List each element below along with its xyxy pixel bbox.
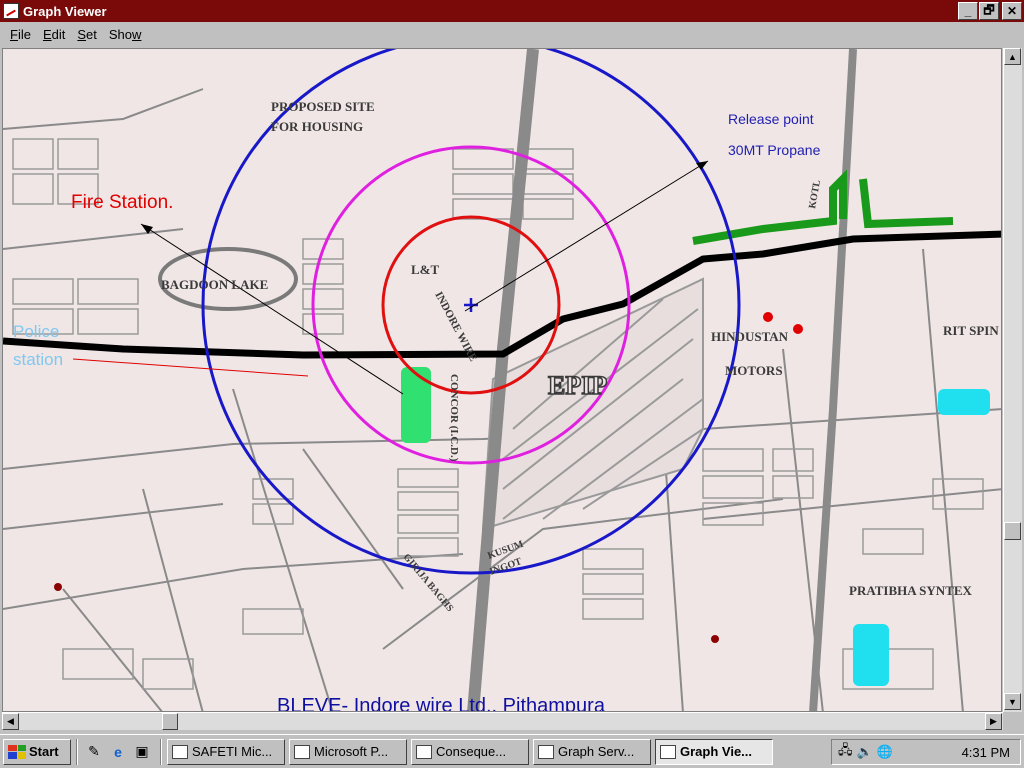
scroll-down-button[interactable]: ▼ xyxy=(1004,693,1021,710)
menu-show[interactable]: Show xyxy=(103,27,148,42)
police-station-label-2: station xyxy=(13,350,63,369)
task-microsoft-powerpoint[interactable]: Microsoft P... xyxy=(289,738,407,765)
task-consequence[interactable]: Conseque... xyxy=(411,738,529,765)
menu-edit[interactable]: Edit xyxy=(37,27,71,42)
scrollbar-corner xyxy=(1003,712,1022,730)
release-point-label-1: Release point xyxy=(728,111,814,127)
label-proposed-site-2: FOR HOUSING xyxy=(271,119,363,134)
title-bar[interactable]: Graph Viewer _ 🗗 ✕ xyxy=(0,0,1024,22)
green-patch xyxy=(401,367,431,443)
menu-file[interactable]: File xyxy=(4,27,37,42)
taskbar: Start ✎ e ▣ SAFETI Mic... Microsoft P...… xyxy=(0,734,1024,768)
label-concor: CONCOR (I.C.D.) xyxy=(448,374,460,462)
windows-logo-icon xyxy=(8,744,26,759)
label-rit: RIT SPIN xyxy=(943,323,999,338)
show-desktop-icon[interactable]: ▣ xyxy=(131,741,153,763)
system-tray: 🖧 🔈 🌐 4:31 PM xyxy=(831,739,1021,765)
label-epip: EPIP xyxy=(548,371,607,400)
graph-viewer-icon xyxy=(660,744,676,759)
graph-viewer-window: Graph Viewer _ 🗗 ✕ File Edit Set Show PR… xyxy=(0,0,1024,734)
horizontal-scroll-thumb[interactable] xyxy=(162,713,178,730)
vertical-scroll-thumb[interactable] xyxy=(1004,522,1021,540)
graph-app-icon xyxy=(3,3,19,19)
vertical-scrollbar[interactable]: ▲ ▼ xyxy=(1003,48,1022,712)
maximize-button[interactable]: 🗗 xyxy=(979,2,999,20)
map-canvas[interactable]: PROPOSED SITE FOR HOUSING BAGDOON LAKE L… xyxy=(2,48,1002,712)
label-proposed-site-1: PROPOSED SITE xyxy=(271,99,375,114)
green-strip xyxy=(692,169,954,245)
task-safeti[interactable]: SAFETI Mic... xyxy=(167,738,285,765)
consequence-icon xyxy=(416,744,432,759)
close-button[interactable]: ✕ xyxy=(1002,2,1022,20)
cyan-patch-2 xyxy=(853,624,889,686)
police-station-label-1: Police xyxy=(13,322,59,341)
edit-document-icon[interactable]: ✎ xyxy=(83,741,105,763)
start-button[interactable]: Start xyxy=(3,738,71,765)
police-line xyxy=(72,358,309,377)
horizontal-scrollbar[interactable]: ◀ ▶ xyxy=(2,712,1003,730)
fire-station-label: Fire Station. xyxy=(71,192,173,213)
task-graph-server[interactable]: Graph Serv... xyxy=(533,738,651,765)
cyan-patch-1 xyxy=(938,389,990,415)
map-svg: PROPOSED SITE FOR HOUSING BAGDOON LAKE L… xyxy=(3,49,1001,712)
release-point-arrow xyxy=(464,160,709,312)
tray-network-icon[interactable]: 🖧 xyxy=(838,741,853,763)
label-girija: GIRIJA BAGHS xyxy=(401,552,456,615)
scroll-right-button[interactable]: ▶ xyxy=(985,713,1002,730)
menu-bar: File Edit Set Show xyxy=(0,22,1024,46)
release-point-label-2: 30MT Propane xyxy=(728,142,821,158)
window-title: Graph Viewer xyxy=(23,3,107,19)
menu-set[interactable]: Set xyxy=(71,27,103,42)
label-hindustan: HINDUSTAN xyxy=(711,329,789,344)
scroll-left-button[interactable]: ◀ xyxy=(2,713,19,730)
tray-globe-icon[interactable]: 🌐 xyxy=(877,744,893,760)
graph-server-icon xyxy=(538,744,554,759)
powerpoint-icon xyxy=(294,744,310,759)
label-lt: L&T xyxy=(411,262,440,277)
task-graph-viewer[interactable]: Graph Vie... xyxy=(655,738,773,765)
clock[interactable]: 4:31 PM xyxy=(962,745,1010,760)
internet-explorer-icon[interactable]: e xyxy=(107,741,129,763)
tray-volume-icon[interactable]: 🔈 xyxy=(857,744,873,760)
map-caption: BLEVE- Indore wire Ltd., Pithampura xyxy=(277,695,606,712)
label-kotl: KOTL xyxy=(807,179,823,210)
minimize-button[interactable]: _ xyxy=(958,2,978,20)
safeti-icon xyxy=(172,744,188,759)
label-motors: MOTORS xyxy=(725,363,783,378)
scroll-up-button[interactable]: ▲ xyxy=(1004,48,1021,65)
label-pratibha: PRATIBHA SYNTEX xyxy=(849,583,973,598)
fire-station-arrow xyxy=(140,223,404,395)
label-lake: BAGDOON LAKE xyxy=(161,277,268,292)
